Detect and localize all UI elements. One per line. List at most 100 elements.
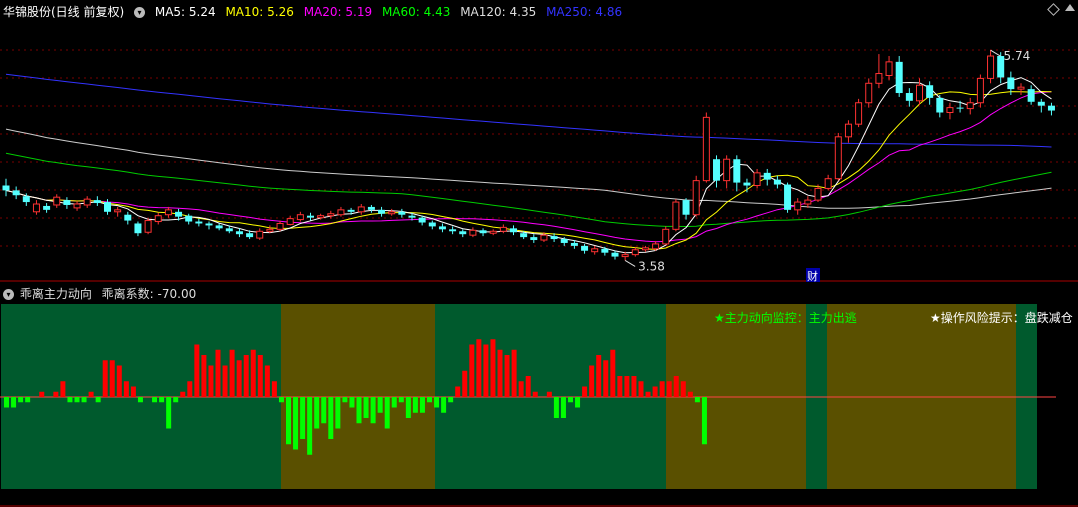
indicator-bar xyxy=(370,397,376,424)
indicator-bar xyxy=(701,397,707,445)
candle-body xyxy=(723,158,731,182)
indicator-bar xyxy=(257,355,263,397)
indicator-bar xyxy=(462,370,468,397)
low-price-label: 3.58 xyxy=(638,259,665,273)
indicator-bar xyxy=(441,397,447,413)
indicator-bar xyxy=(137,397,143,403)
indicator-bar xyxy=(25,397,31,403)
candle-body xyxy=(388,211,396,215)
candle-body xyxy=(1027,89,1035,102)
indicator-legend: ▾ 乖离主力动向 乖离系数: -70.00 xyxy=(3,285,196,302)
settings-icon[interactable]: ▾ xyxy=(134,7,146,18)
indicator-bar xyxy=(631,376,637,397)
indicator-bar xyxy=(314,397,320,429)
candle-body xyxy=(398,211,406,215)
indicator-bar xyxy=(434,397,440,408)
candle-body xyxy=(124,214,132,221)
indicator-bar xyxy=(511,349,517,397)
candle-body xyxy=(530,237,538,241)
ma10-line xyxy=(5,90,1052,250)
indicator-bar xyxy=(229,349,235,397)
indicator-bar xyxy=(116,365,122,397)
indicator-panel: ★主力动向监控：主力出逃 ★操作风险提示：盘跌减仓 ▾ 乖离主力动向 乖离系数: … xyxy=(0,283,1078,507)
ma5-line xyxy=(5,77,1052,254)
candle-body xyxy=(834,136,842,180)
indicator-bar xyxy=(95,397,101,403)
candle-body xyxy=(581,245,589,251)
candle-body xyxy=(1047,105,1055,111)
indicator-bar xyxy=(546,391,552,397)
indicator-bar xyxy=(250,349,256,397)
indicator-bar xyxy=(391,397,397,408)
indicator-bar xyxy=(307,397,313,455)
settings-icon[interactable]: ▾ xyxy=(3,289,14,300)
candle-body xyxy=(885,61,893,76)
candle-body xyxy=(43,205,51,210)
indicator-bar xyxy=(53,391,59,397)
indicator-bar xyxy=(518,381,524,397)
indicator-bar xyxy=(264,365,270,397)
indicator-bar xyxy=(419,397,425,413)
legend-ma120: MA120: 4.35 xyxy=(460,5,537,19)
candle-body xyxy=(976,77,984,104)
indicator-bar xyxy=(335,397,341,429)
indicator-bar xyxy=(596,355,602,397)
indicator-bar xyxy=(553,397,559,418)
indicator-chart: ★主力动向监控：主力出逃 ★操作风险提示：盘跌减仓 xyxy=(0,304,1078,507)
candle-body xyxy=(692,180,700,216)
indicator-bar xyxy=(222,365,228,397)
indicator-bar xyxy=(490,339,496,397)
candle-body xyxy=(73,203,81,209)
indicator-bar xyxy=(109,360,115,397)
candle-body xyxy=(794,201,802,211)
candle-body xyxy=(104,202,111,212)
indicator-bar xyxy=(11,397,17,408)
indicator-bar xyxy=(215,349,221,397)
candle-body xyxy=(246,233,254,238)
candle-body xyxy=(753,172,761,187)
candle-body xyxy=(428,222,436,227)
candlestick-chart: 5.74 3.58 财 xyxy=(0,49,1078,283)
candle-body xyxy=(591,248,599,253)
indicator-bar xyxy=(398,397,404,403)
low-marker xyxy=(624,260,636,267)
candle-body xyxy=(164,209,172,216)
candle-body xyxy=(438,226,446,230)
indicator-bar xyxy=(603,360,609,397)
candle-body xyxy=(185,215,193,222)
candle-body xyxy=(926,85,934,98)
candle-body xyxy=(378,209,386,214)
candle-body xyxy=(652,243,660,250)
legend-ma20: MA20: 5.19 xyxy=(303,5,373,19)
indicator-bar xyxy=(60,381,66,397)
indicator-bar xyxy=(455,386,461,397)
indicator-bar xyxy=(483,344,489,397)
indicator-bar xyxy=(187,381,193,397)
indicator-bar xyxy=(560,397,566,418)
indicator-bar xyxy=(349,397,355,408)
candle-body xyxy=(489,230,497,234)
candle-body xyxy=(916,84,923,102)
candle-body xyxy=(408,215,416,218)
indicator-bar xyxy=(687,391,693,397)
indicator-bar xyxy=(271,381,277,397)
indicator-bar xyxy=(173,397,179,403)
candle-body xyxy=(235,231,243,235)
indicator-bar xyxy=(278,397,284,403)
arrow-up-icon[interactable] xyxy=(1065,4,1075,11)
candle-body xyxy=(1017,86,1025,90)
indicator-bar xyxy=(427,397,432,403)
candle-body xyxy=(134,223,142,234)
legend-ma250: MA250: 4.86 xyxy=(546,5,623,19)
candle-body xyxy=(987,55,995,79)
candle-body xyxy=(936,97,944,113)
indicator-bar xyxy=(236,360,242,397)
candle-body xyxy=(520,233,528,238)
candle-body xyxy=(865,82,873,104)
indicator-bar xyxy=(102,360,108,397)
candle-body xyxy=(63,200,71,205)
candle-body xyxy=(479,230,487,234)
candle-body xyxy=(266,228,274,232)
candle-body xyxy=(814,187,822,201)
candle-body xyxy=(175,211,183,217)
